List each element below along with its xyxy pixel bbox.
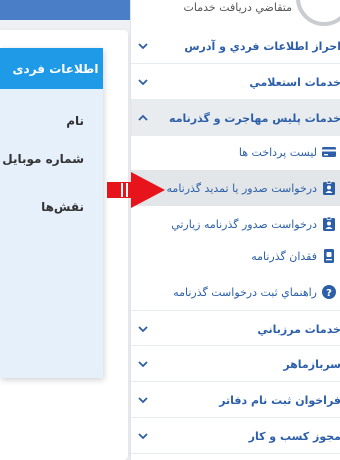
menu-section-label: مجوز کسب و کار [248, 429, 340, 443]
menu-section-label: فراخوان ثبت نام دفاتر [219, 393, 340, 407]
chevron-down-icon [138, 397, 148, 404]
submenu-item-label: درخواست صدور گذرنامه زيارتي [171, 217, 317, 231]
submenu-item-payments[interactable]: ليست پرداخت ها [131, 134, 340, 170]
svg-text:?: ? [326, 288, 332, 299]
menu-section-label: خدمات استعلامي [249, 75, 340, 89]
side-menu: متقاضي دريافت خدمات احراز اطلاعات فردي و… [130, 0, 340, 460]
passport-lost-icon [324, 249, 334, 263]
info-panel-title: اطلاعات فردی [0, 48, 103, 89]
card-icon [322, 147, 336, 157]
menu-section-border[interactable]: خدمات مرزباني [131, 310, 340, 346]
chevron-down-icon [138, 361, 148, 368]
annotation-arrow [107, 172, 165, 208]
menu-section-label: سربازماهر [283, 357, 340, 371]
submenu-item-label: ليست پرداخت ها [238, 145, 317, 159]
chevron-down-icon [138, 79, 148, 86]
field-label-roles: نقش‌ها [41, 200, 84, 214]
menu-section-office-registration[interactable]: فراخوان ثبت نام دفاتر [131, 382, 340, 418]
submenu-item-label: فقدان گذرنامه [251, 249, 317, 263]
submenu-item-passport-guide[interactable]: ? راهنماي ثبت درخواست گذرنامه [131, 274, 340, 310]
top-strip [0, 0, 130, 20]
menu-section-label: احراز اطلاعات فردي و آدرس [184, 39, 340, 53]
menu-section-inquiry[interactable]: خدمات استعلامي [131, 64, 340, 100]
id-badge-icon [323, 216, 335, 231]
help-icon: ? [322, 285, 336, 299]
user-role-text: متقاضي دريافت خدمات [183, 0, 293, 14]
menu-section-label: خدمات پلیس مهاجرت و گذرنامه [169, 111, 340, 125]
menu-section-label: خدمات مرزباني [257, 322, 340, 336]
menu-section-skilled-soldier[interactable]: سربازماهر [131, 346, 340, 382]
menu-section-immigration-passport[interactable]: خدمات پلیس مهاجرت و گذرنامه [131, 100, 340, 136]
submenu-item-label: درخواست صدور يا تمديد گذرنامه [166, 181, 317, 195]
field-label-name: نام [66, 114, 84, 128]
id-badge-icon [323, 180, 335, 195]
field-label-mobile: شماره موبایل [2, 152, 84, 166]
submenu-item-pilgrimage-passport[interactable]: درخواست صدور گذرنامه زيارتي [131, 206, 340, 242]
submenu-item-label: راهنماي ثبت درخواست گذرنامه [173, 285, 317, 299]
chevron-down-icon [138, 43, 148, 50]
chevron-down-icon [138, 433, 148, 440]
chevron-up-icon [138, 114, 148, 121]
submenu-item-lost-passport[interactable]: فقدان گذرنامه [131, 238, 340, 274]
chevron-down-icon [138, 326, 148, 333]
menu-section-business-license[interactable]: مجوز کسب و کار [131, 418, 340, 454]
avatar[interactable] [296, 0, 340, 26]
menu-section-identity[interactable]: احراز اطلاعات فردي و آدرس [131, 28, 340, 64]
